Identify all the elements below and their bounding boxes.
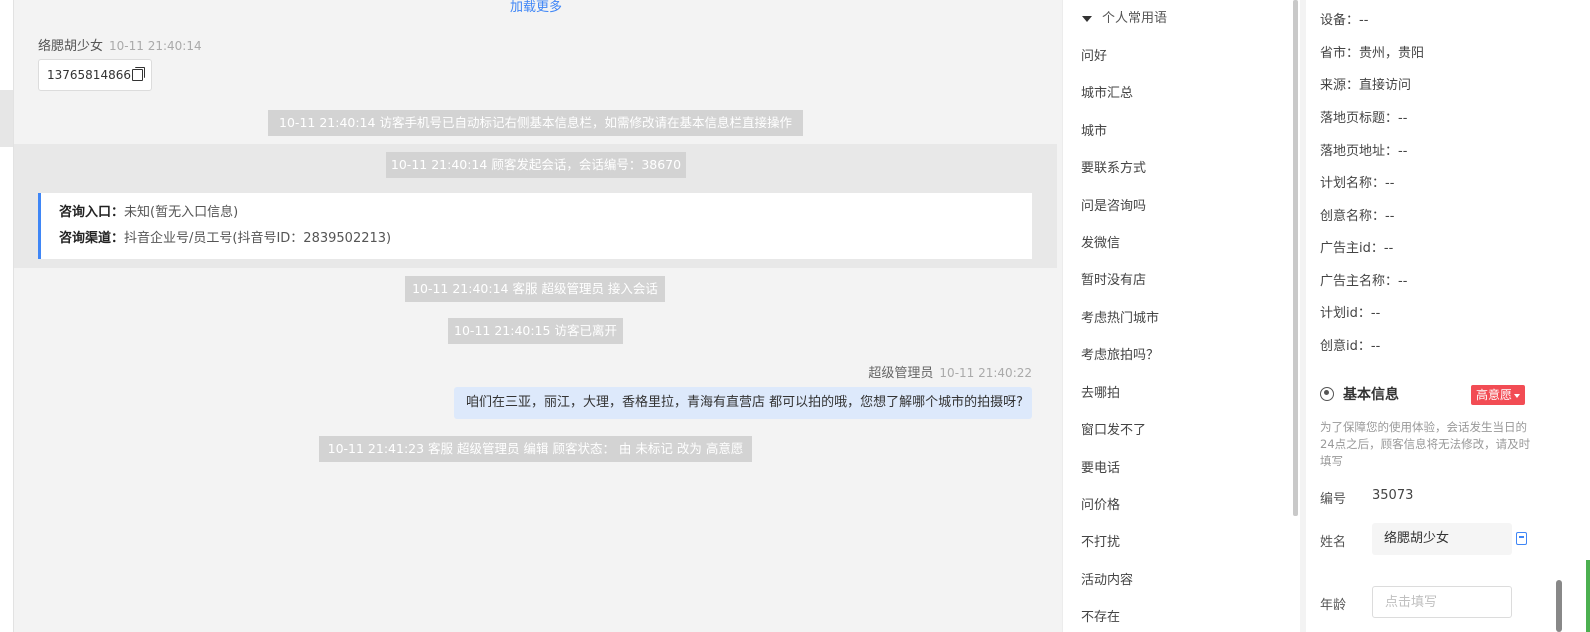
left-strip bbox=[0, 0, 13, 632]
phrase-item[interactable]: 城市汇总 bbox=[1081, 82, 1133, 101]
detail-advertiser-name: 广告主名称：-- bbox=[1320, 274, 1408, 289]
consult-info-card: 咨询入口：未知(暂无入口信息) 咨询渠道：抖音企业号/员工号(抖音号ID：283… bbox=[38, 193, 1032, 259]
name-label: 姓名 bbox=[1320, 535, 1347, 550]
phrase-item[interactable]: 考虑旅拍吗？ bbox=[1081, 344, 1159, 363]
phrase-item[interactable]: 问价格 bbox=[1081, 494, 1120, 513]
entry-label: 咨询入口： bbox=[59, 205, 125, 220]
phrase-item[interactable]: 问是咨询吗 bbox=[1081, 195, 1146, 214]
visitor-name: 络腮胡少女 bbox=[38, 39, 104, 54]
phrase-item[interactable]: 活动内容 bbox=[1081, 569, 1133, 588]
entry-row: 咨询入口：未知(暂无入口信息) bbox=[59, 203, 1032, 229]
edit-notice: 为了保障您的使用体验，会话发生当日的24点之后，顾客信息将无法修改，请及时填写 bbox=[1320, 420, 1531, 468]
detail-advertiser-id: 广告主id：-- bbox=[1320, 241, 1394, 256]
name-field[interactable]: 络腮胡少女 bbox=[1372, 523, 1512, 555]
phrase-item[interactable]: 考虑热门城市 bbox=[1081, 307, 1159, 326]
id-value: 35073 bbox=[1372, 488, 1414, 503]
agent-header: 超级管理员 10-11 21:40:22 bbox=[632, 362, 1032, 381]
system-message-agent-join: 10-11 21:40:14 客服 超级管理员 接入会话 bbox=[405, 276, 665, 302]
chat-panel: 加载更多 络腮胡少女 10-11 21:40:14 13765814866 10-… bbox=[0, 0, 1062, 632]
details-scrollbar[interactable] bbox=[1556, 580, 1562, 632]
entry-value: 未知(暂无入口信息) bbox=[124, 205, 239, 220]
agent-time: 10-11 21:40:22 bbox=[939, 366, 1032, 380]
visitor-time: 10-11 21:40:14 bbox=[109, 39, 202, 53]
user-circle-icon bbox=[1320, 387, 1334, 401]
phrases-panel: 个人常用语 问好 城市汇总 城市 要联系方式 问是咨询吗 发微信 暂时没有店 考… bbox=[1062, 0, 1297, 632]
system-message-visitor-left: 10-11 21:40:15 访客已离开 bbox=[448, 318, 623, 344]
age-input[interactable] bbox=[1372, 586, 1512, 618]
phrase-item[interactable]: 去哪拍 bbox=[1081, 382, 1120, 401]
agent-name: 超级管理员 bbox=[868, 366, 934, 381]
age-label: 年龄 bbox=[1320, 598, 1347, 613]
edge-indicator bbox=[1586, 560, 1590, 632]
phrases-header[interactable]: 个人常用语 bbox=[1082, 7, 1167, 26]
copy-icon[interactable] bbox=[1516, 532, 1527, 545]
channel-row: 咨询渠道：抖音企业号/员工号(抖音号ID：2839502213) bbox=[59, 229, 1032, 255]
divider bbox=[13, 0, 14, 632]
channel-value: 抖音企业号/员工号(抖音号ID：2839502213) bbox=[124, 231, 392, 246]
detail-plan-id: 计划id：-- bbox=[1320, 306, 1381, 321]
detail-landing-title: 落地页标题：-- bbox=[1320, 111, 1408, 126]
visitor-header: 络腮胡少女 10-11 21:40:14 bbox=[38, 35, 202, 54]
system-message-session-start: 10-11 21:40:14 顾客发起会话，会话编号：38670 bbox=[386, 152, 686, 178]
agent-message: 咱们在三亚，丽江，大理，香格里拉，青海有直营店 都可以拍的哦，您想了解哪个城市的… bbox=[454, 387, 1032, 419]
phrase-item[interactable]: 要电话 bbox=[1081, 457, 1120, 476]
copy-icon[interactable] bbox=[131, 67, 145, 81]
phrases-scrollbar[interactable] bbox=[1293, 0, 1298, 516]
visitor-phone-message[interactable]: 13765814866 bbox=[38, 59, 152, 91]
basic-info-title: 基本信息 bbox=[1343, 387, 1399, 403]
system-message-phone-marked: 10-11 21:40:14 访客手机号已自动标记右侧基本信息栏，如需修改请在基… bbox=[268, 110, 803, 136]
phrase-item[interactable]: 问好 bbox=[1081, 45, 1107, 64]
detail-plan-name: 计划名称：-- bbox=[1320, 176, 1395, 191]
phrase-item[interactable]: 不打扰 bbox=[1081, 531, 1120, 550]
visitor-phone: 13765814866 bbox=[47, 68, 131, 82]
basic-info-header: 基本信息 bbox=[1320, 384, 1399, 404]
caret-down-icon bbox=[1514, 393, 1521, 398]
detail-creative-name: 创意名称：-- bbox=[1320, 209, 1395, 224]
channel-label: 咨询渠道： bbox=[59, 231, 125, 246]
detail-creative-id: 创意id：-- bbox=[1320, 339, 1381, 354]
caret-down-icon bbox=[1082, 15, 1092, 22]
detail-source: 来源：直接访问 bbox=[1320, 78, 1412, 93]
intent-status-dropdown[interactable]: 高意愿 bbox=[1471, 385, 1526, 405]
intent-label: 高意愿 bbox=[1476, 388, 1513, 402]
detail-device: 设备：-- bbox=[1320, 13, 1369, 28]
phrase-item[interactable]: 城市 bbox=[1081, 120, 1107, 139]
phrases-title: 个人常用语 bbox=[1102, 11, 1168, 26]
phrase-item[interactable]: 暂时没有店 bbox=[1081, 269, 1146, 288]
detail-landing-url: 落地页地址：-- bbox=[1320, 144, 1408, 159]
phrase-item[interactable]: 不存在 bbox=[1081, 606, 1120, 625]
load-more-link[interactable]: 加载更多 bbox=[510, 0, 562, 15]
phrase-item[interactable]: 窗口发不了 bbox=[1081, 419, 1146, 438]
id-label: 编号 bbox=[1320, 492, 1347, 507]
phrase-item[interactable]: 要联系方式 bbox=[1081, 157, 1146, 176]
phrase-item[interactable]: 发微信 bbox=[1081, 232, 1120, 251]
visitor-details-panel: 设备：-- 省市：贵州，贵阳 来源：直接访问 落地页标题：-- 落地页地址：--… bbox=[1300, 0, 1590, 632]
detail-region: 省市：贵州，贵阳 bbox=[1320, 46, 1425, 61]
system-message-status-change: 10-11 21:41:23 客服 超级管理员 编辑 顾客状态： 由 未标记 改… bbox=[319, 436, 752, 462]
